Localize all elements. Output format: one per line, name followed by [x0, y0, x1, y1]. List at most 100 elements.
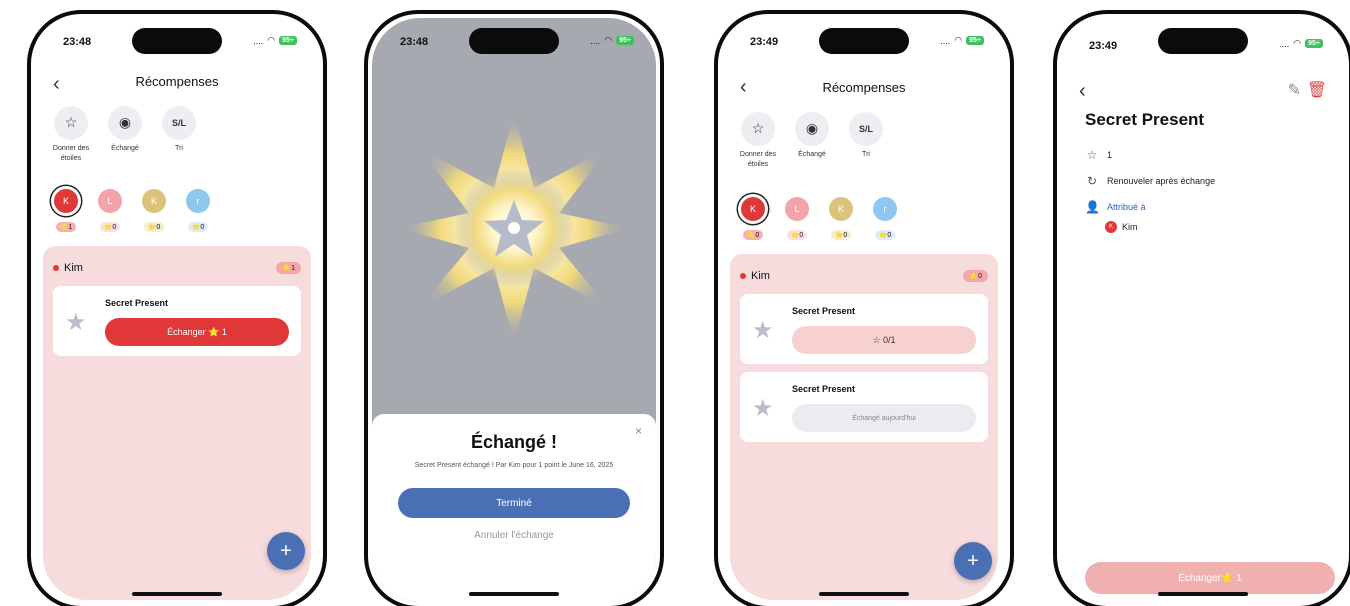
panel-child-name: Kim [53, 262, 83, 274]
child-item[interactable]: L ⭐0 [93, 186, 127, 234]
star-badge: ⭐1 [55, 222, 77, 232]
child-color-dot [740, 273, 746, 279]
star-burst-icon [399, 113, 629, 343]
star-badge: ⭐0 [187, 222, 209, 232]
phone-exchange-dialog: 23:48 .... ◠ 95+ × Échangé ! Secret Pres… [364, 10, 664, 606]
wifi-icon: ◠ [267, 35, 276, 45]
avatar: K [1105, 221, 1117, 233]
screen: 23:48 .... ◠ 95+ × Échangé ! Secret Pres… [372, 18, 656, 602]
signal-icon: .... [1279, 38, 1290, 49]
battery-icon: 95+ [1305, 39, 1323, 48]
exchanged-button[interactable]: ◉ Échangé [103, 106, 147, 164]
action-label: Tri [862, 151, 870, 158]
avatar: L [782, 194, 812, 224]
reward-title: Secret Present [1085, 110, 1205, 129]
trash-icon[interactable]: 🗑 [1307, 80, 1327, 100]
action-label: Tri [175, 145, 183, 152]
assigned-child: K Kim [1105, 221, 1138, 233]
action-bar: ☆ Donner des étoiles ◉ Échangé S/L Tri [736, 112, 888, 170]
status-time: 23:48 [400, 36, 429, 48]
star-outline-icon: ☆ [54, 106, 88, 140]
cancel-exchange-link[interactable]: Annuler l'échange [372, 530, 656, 541]
exchanged-today-button: Échangé aujourd'hui [792, 404, 976, 432]
exchanged-button[interactable]: ◉ Échangé [790, 112, 834, 170]
panel-star-badge: ⭐0 [963, 270, 988, 282]
done-button[interactable]: Terminé [398, 488, 630, 519]
star-cost-row: ☆ 1 [1085, 148, 1112, 162]
status-time: 23:48 [63, 36, 92, 48]
star-badge: ⭐0 [874, 230, 896, 240]
child-item[interactable]: K ⭐1 [49, 186, 83, 234]
action-label: Donner des étoiles [52, 145, 90, 162]
give-stars-button[interactable]: ☆ Donner des étoiles [736, 112, 780, 170]
child-selector: K ⭐0 L ⭐0 K ⭐0 r ⭐0 [736, 194, 902, 242]
reward-name: Secret Present [105, 298, 169, 308]
status-icons: .... ◠ 95+ [590, 35, 634, 46]
panel-child-name: Kim [740, 270, 770, 282]
reward-card[interactable]: ★ Secret Present ☆ 0/1 [740, 294, 988, 364]
add-reward-button[interactable]: + [954, 542, 992, 580]
status-time: 23:49 [750, 36, 779, 48]
star-progress-button[interactable]: ☆ 0/1 [792, 326, 976, 354]
reward-star-icon: ★ [65, 309, 87, 336]
battery-icon: 95+ [966, 36, 984, 45]
eye-icon: ◉ [108, 106, 142, 140]
phone-reward-detail: 23:49 .... ◠ 95+ ‹ ✎ 🗑 Secret Present ☆ … [1053, 10, 1350, 606]
home-indicator [819, 592, 909, 596]
sort-button[interactable]: S/L Tri [844, 112, 888, 170]
reward-card[interactable]: ★ Secret Present Échanger ⭐ 1 [53, 286, 301, 356]
child-item[interactable]: L ⭐0 [780, 194, 814, 242]
assigned-label: Attribué à [1107, 202, 1146, 212]
sort-icon: S/L [849, 112, 883, 146]
assigned-child-name: Kim [1122, 222, 1138, 232]
action-label: Échangé [798, 151, 826, 158]
avatar: K [738, 194, 768, 224]
signal-icon: .... [253, 35, 264, 46]
renew-row: ↻ Renouveler après échange [1085, 174, 1215, 188]
action-label: Échangé [111, 145, 139, 152]
status-time: 23:49 [1089, 40, 1118, 52]
reward-name: Secret Present [792, 306, 856, 316]
renew-label: Renouveler après échange [1107, 176, 1216, 186]
home-indicator [469, 592, 559, 596]
page-title: Récompenses [135, 74, 219, 89]
screen: 23:48 .... ◠ 95+ ‹ Récompenses ☆ Donner … [35, 18, 319, 602]
refresh-icon: ↻ [1086, 174, 1098, 188]
status-icons: .... ◠ 95+ [253, 35, 297, 46]
home-indicator [132, 592, 222, 596]
avatar: K [139, 186, 169, 216]
avatar: K [826, 194, 856, 224]
child-item[interactable]: r ⭐0 [868, 194, 902, 242]
child-item[interactable]: K ⭐0 [824, 194, 858, 242]
wifi-icon: ◠ [1293, 38, 1302, 48]
dialog-title: Échangé ! [470, 432, 558, 452]
child-item[interactable]: K ⭐0 [736, 194, 770, 242]
star-outline-icon: ☆ [1086, 148, 1098, 162]
dynamic-island [469, 28, 559, 54]
back-button[interactable]: ‹ [1079, 80, 1086, 103]
close-icon[interactable]: × [635, 424, 642, 438]
avatar: K [51, 186, 81, 216]
eye-icon: ◉ [795, 112, 829, 146]
child-color-dot [53, 265, 59, 271]
page-title: Récompenses [822, 80, 906, 95]
give-stars-button[interactable]: ☆ Donner des étoiles [49, 106, 93, 164]
edit-pencil-icon[interactable]: ✎ [1288, 80, 1301, 100]
status-icons: .... ◠ 95+ [940, 35, 984, 46]
status-icons: .... ◠ 95+ [1279, 38, 1323, 49]
dynamic-island [819, 28, 909, 54]
sort-button[interactable]: S/L Tri [157, 106, 201, 164]
star-badge: ⭐0 [830, 230, 852, 240]
child-rewards-panel: Kim ⭐0 ★ Secret Present ☆ 0/1 ★ Secret P… [730, 254, 998, 600]
star-badge: ⭐0 [99, 222, 121, 232]
wifi-icon: ◠ [954, 35, 963, 45]
exchange-button[interactable]: Échanger ⭐ 1 [105, 318, 289, 346]
child-item[interactable]: r ⭐0 [181, 186, 215, 234]
add-reward-button[interactable]: + [267, 532, 305, 570]
dynamic-island [132, 28, 222, 54]
phone-rewards-list: 23:48 .... ◠ 95+ ‹ Récompenses ☆ Donner … [27, 10, 327, 606]
reward-card[interactable]: ★ Secret Present Échangé aujourd'hui [740, 372, 988, 442]
child-item[interactable]: K ⭐0 [137, 186, 171, 234]
home-indicator [1158, 592, 1248, 596]
exchange-button[interactable]: Échanger⭐ 1 [1085, 562, 1335, 594]
